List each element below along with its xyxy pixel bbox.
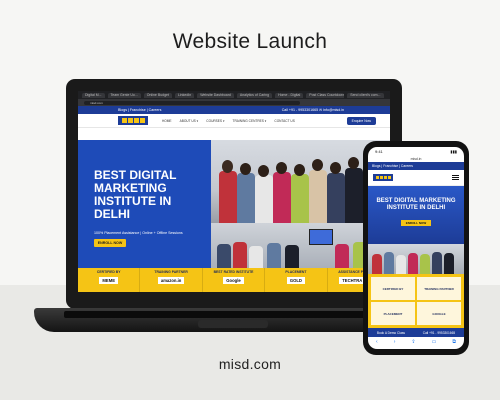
hamburger-menu-icon[interactable] <box>452 175 459 180</box>
browser-tab[interactable]: Post Class Countdown <box>306 92 345 98</box>
phone-partner: TRAINING PARTNER <box>417 277 461 300</box>
hero-subtitle: 100% Placement Assistance | Online + Off… <box>94 231 183 235</box>
nav-home[interactable]: HOME <box>162 119 172 123</box>
demo-class-link[interactable]: Book A Demo Class <box>377 331 405 335</box>
hero-title: BEST DIGITAL MARKETING INSTITUTE IN DELH… <box>94 168 177 221</box>
signal-icon: ▮▮▮ <box>450 149 457 154</box>
partner-certified: CERTIFIED BY MEME <box>78 268 141 292</box>
phone-cta-bar: Book A Demo Class Call +91 - 9953301665 <box>368 328 464 337</box>
browser-tab[interactable]: LinkedIn <box>174 92 195 98</box>
browser-tab[interactable]: Digital M... <box>82 92 105 98</box>
partner-logo: amazon.in <box>157 277 185 284</box>
partner-placement: PLACEMENT GOLD <box>265 268 328 292</box>
browser-tab[interactable]: Home - Digital <box>275 92 304 98</box>
partner-training: TRAINING PARTNER amazon.in <box>140 268 203 292</box>
phone-hero-title: BEST DIGITAL MARKETING INSTITUTE IN DELH… <box>376 198 456 211</box>
headline: Website Launch <box>172 30 328 53</box>
footer-url: misd.com <box>218 356 282 372</box>
laptop-trackpad <box>198 320 268 328</box>
nav-training-centres[interactable]: TRAINING CENTRES ▾ <box>233 119 267 123</box>
enroll-button[interactable]: ENROLL NOW <box>94 239 126 247</box>
tabs-icon[interactable]: ⧉ <box>452 339 456 345</box>
phone-partner: PLACEMENT <box>371 302 415 325</box>
top-links[interactable]: Blogs | Franchise | Careers <box>118 108 161 112</box>
partner-logo: MEME <box>99 277 118 284</box>
phone-partner: CERTIFIED BY <box>371 277 415 300</box>
forward-icon[interactable]: › <box>394 339 396 345</box>
browser-tab[interactable]: Analytics of Caring <box>236 92 273 98</box>
enquire-button[interactable]: Enquire Now <box>346 116 376 125</box>
phone-time: 9:41 <box>375 149 383 154</box>
share-icon[interactable]: ⇪ <box>411 339 415 345</box>
browser-toolbar: misd.com <box>78 99 390 106</box>
phone-screen: 9:41 ▮▮▮ misd.in Blogs | Franchise | Car… <box>368 147 464 349</box>
call-link[interactable]: Call +91 - 9953301665 <box>423 331 455 335</box>
phone-site-logo[interactable] <box>373 174 393 181</box>
address-bar[interactable]: misd.com <box>84 100 300 105</box>
browser-tab[interactable]: Send client's com... <box>347 92 384 98</box>
bookmarks-icon[interactable]: ▭ <box>432 339 437 345</box>
phone-navbar <box>368 170 464 186</box>
partner-logo: GOLD <box>286 277 305 284</box>
phone-group-photo <box>368 244 464 274</box>
back-icon[interactable]: ‹ <box>376 339 378 345</box>
partner-strip: CERTIFIED BY MEME TRAINING PARTNER amazo… <box>78 268 390 292</box>
browser-tab-strip: Digital M... Team Genie Uo... Online Bud… <box>78 91 390 99</box>
contact-info: Call +91 - 9953301665 ✉ info@misd.in <box>281 108 344 112</box>
hero-panel: BEST DIGITAL MARKETING INSTITUTE IN DELH… <box>78 140 211 268</box>
hero-section: BEST DIGITAL MARKETING INSTITUTE IN DELH… <box>78 140 390 268</box>
nav-courses[interactable]: COURSES ▾ <box>206 119 224 123</box>
phone-partner-grid: CERTIFIED BY TRAINING PARTNER PLACEMENT … <box>368 274 464 328</box>
partner-rated: BEST RATED INSTITUTE Google <box>203 268 266 292</box>
laptop-screen: Digital M... Team Genie Uo... Online Bud… <box>78 91 390 292</box>
browser-tab[interactable]: Team Genie Uo... <box>107 92 141 98</box>
phone-status-bar: 9:41 ▮▮▮ <box>368 147 464 156</box>
partner-logo: Google <box>223 277 244 284</box>
nav-about[interactable]: ABOUT US ▾ <box>180 119 199 123</box>
nav-menu: HOME ABOUT US ▾ COURSES ▾ TRAINING CENTR… <box>162 119 295 123</box>
browser-tab[interactable]: Online Budget <box>143 92 172 98</box>
phone-top-strip[interactable]: Blogs | Franchise | Careers <box>368 162 464 170</box>
laptop-keyboard <box>64 311 404 318</box>
nav-contact[interactable]: CONTACT US <box>274 119 294 123</box>
site-navbar: HOME ABOUT US ▾ COURSES ▾ TRAINING CENTR… <box>78 114 390 128</box>
phone-partner: GOOGLE <box>417 302 461 325</box>
phone-enroll-button[interactable]: ENROLL NOW <box>401 220 431 226</box>
browser-tab[interactable]: Website Dashboard <box>197 92 234 98</box>
phone-hero: BEST DIGITAL MARKETING INSTITUTE IN DELH… <box>368 186 464 244</box>
site-logo[interactable] <box>118 116 148 125</box>
site-top-strip: Blogs | Franchise | Careers Call +91 - 9… <box>78 106 390 114</box>
phone-browser-toolbar: ‹ › ⇪ ▭ ⧉ <box>368 337 464 346</box>
